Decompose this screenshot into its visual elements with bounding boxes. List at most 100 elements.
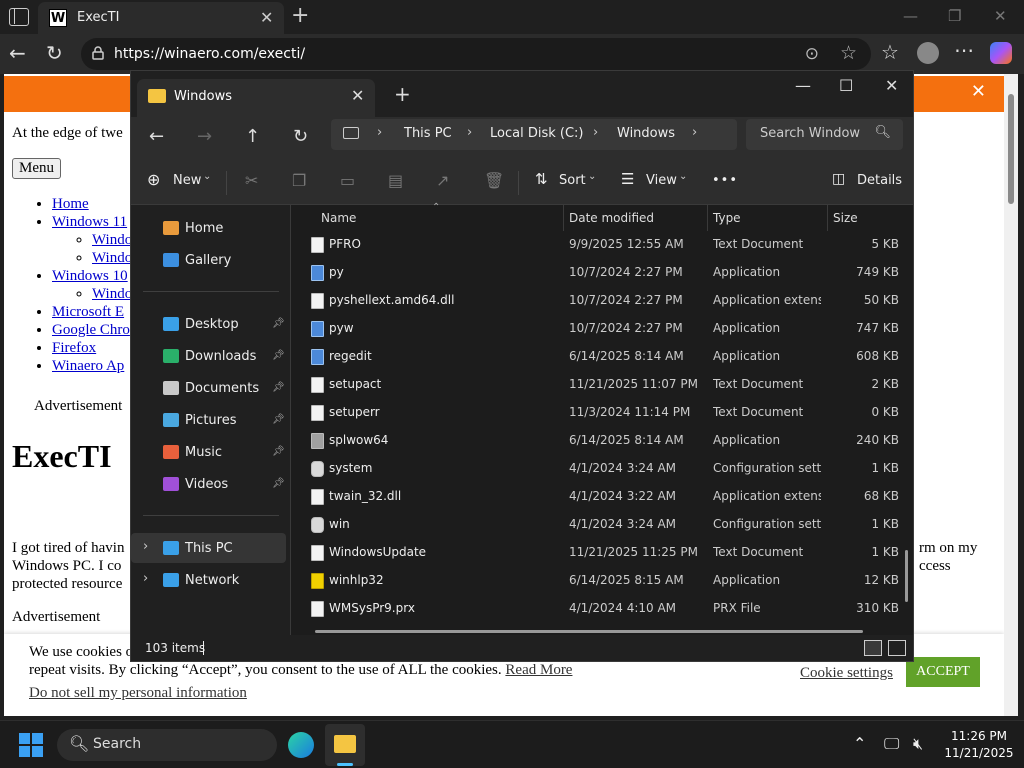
more-icon[interactable]: ⋯ — [954, 38, 974, 62]
column-header-date[interactable]: Date modified — [569, 211, 654, 225]
file-row[interactable]: splwow64 6/14/2025 8:14 AM Application 240 … — [291, 427, 903, 455]
file-explorer-taskbar-button[interactable] — [325, 724, 365, 766]
cookie-settings-link[interactable]: Cookie settings — [800, 665, 893, 682]
breadcrumb-windows[interactable]: Windows — [617, 126, 675, 141]
file-row[interactable]: pyshellext.amd64.dll 10/7/2024 2:27 PM App… — [291, 287, 903, 315]
file-row[interactable]: PFRO 9/9/2025 12:55 AM Text Document 5 KB — [291, 231, 903, 259]
new-button[interactable]: New — [173, 173, 201, 188]
pin-icon[interactable]: 📌︎ — [272, 446, 285, 457]
pin-icon[interactable]: 📌︎ — [272, 478, 285, 489]
sidebar-item-home[interactable]: Home — [131, 213, 286, 243]
delete-icon[interactable]: 🗑︎ — [484, 171, 504, 190]
menu-button[interactable]: Menu — [12, 158, 61, 179]
refresh-icon[interactable]: ↻ — [293, 126, 308, 147]
nav-link-windows10[interactable]: Windows 10 — [52, 268, 128, 284]
chevron-right-icon[interactable]: › — [143, 539, 148, 554]
sidebar-item-network[interactable]: › Network — [131, 565, 286, 595]
pin-icon[interactable]: 📌︎ — [272, 382, 285, 393]
nav-link-home[interactable]: Home — [52, 196, 89, 212]
tab-close-icon[interactable]: ✕ — [351, 86, 364, 105]
sidebar-item-desktop[interactable]: Desktop 📌︎ — [131, 309, 286, 339]
column-header-type[interactable]: Type — [713, 211, 741, 225]
refresh-icon[interactable]: ↻ — [46, 41, 63, 65]
sidebar-item-pictures[interactable]: Pictures 📌︎ — [131, 405, 286, 435]
more-options-button[interactable]: ••• — [712, 173, 738, 188]
page-scroll-thumb[interactable] — [1008, 94, 1014, 204]
file-row[interactable]: twain_32.dll 4/1/2024 3:22 AM Application … — [291, 483, 903, 511]
sidebar-item-this-pc[interactable]: › This PC — [131, 533, 286, 563]
close-window-icon[interactable]: ✕ — [994, 7, 1007, 25]
favorite-star-icon[interactable]: ☆ — [840, 42, 857, 64]
chevron-right-icon[interactable]: › — [467, 125, 472, 140]
browser-tab[interactable]: W ExecTI ✕ — [38, 2, 284, 34]
lock-icon[interactable] — [91, 46, 105, 60]
chevron-right-icon[interactable]: › — [593, 125, 598, 140]
search-input[interactable]: Search Windows 🔍︎ — [746, 119, 903, 150]
column-divider[interactable] — [827, 205, 828, 231]
speaker-muted-icon[interactable]: 🔇︎ — [913, 734, 923, 754]
file-row[interactable]: py 10/7/2024 2:27 PM Application 749 KB — [291, 259, 903, 287]
explorer-address-bar[interactable]: › This PC › Local Disk (C:) › Windows › — [331, 119, 737, 150]
maximize-icon[interactable]: ☐ — [839, 76, 853, 95]
close-window-icon[interactable]: ✕ — [885, 76, 898, 95]
banner-close-icon[interactable]: ✕ — [971, 81, 986, 102]
file-row[interactable]: WindowsUpdate 11/21/2025 11:25 PM Text Doc… — [291, 539, 903, 567]
profile-avatar-icon[interactable] — [917, 42, 939, 64]
details-view-button[interactable] — [864, 640, 882, 656]
file-row[interactable]: pyw 10/7/2024 2:27 PM Application 747 KB — [291, 315, 903, 343]
nav-link-microsoft-edge[interactable]: Microsoft E — [52, 304, 124, 320]
details-button[interactable]: Details — [857, 173, 902, 188]
sort-button[interactable]: Sort — [559, 173, 586, 188]
taskbar-search[interactable]: 🔍︎ Search — [57, 729, 277, 761]
file-row[interactable]: win 4/1/2024 3:24 AM Configuration setting… — [291, 511, 903, 539]
minimize-icon[interactable]: — — [903, 7, 918, 25]
new-tab-button[interactable]: + — [394, 82, 411, 106]
display-icon[interactable]: 🖵︎ — [884, 734, 899, 754]
tab-actions-icon[interactable] — [9, 8, 29, 26]
pin-icon[interactable]: 📌︎ — [272, 350, 285, 361]
nav-sub-link[interactable]: Windo — [92, 232, 132, 248]
chevron-right-icon[interactable]: › — [377, 125, 382, 140]
copilot-icon[interactable] — [990, 42, 1012, 64]
view-button[interactable]: View — [646, 173, 677, 188]
restore-icon[interactable]: ❐ — [948, 7, 961, 25]
forward-icon[interactable]: → — [197, 126, 212, 147]
page-scrollbar[interactable] — [1004, 74, 1018, 716]
favorites-icon[interactable]: ☆ — [881, 40, 899, 64]
file-row[interactable]: setupact 11/21/2025 11:07 PM Text Document… — [291, 371, 903, 399]
nav-link-windows11[interactable]: Windows 11 — [52, 214, 127, 230]
back-icon[interactable]: ← — [9, 41, 26, 65]
sidebar-item-videos[interactable]: Videos 📌︎ — [131, 469, 286, 499]
file-row[interactable]: system 4/1/2024 3:24 AM Configuration sett… — [291, 455, 903, 483]
read-aloud-icon[interactable]: ⊙ — [805, 44, 819, 64]
share-icon[interactable]: ↗ — [436, 171, 449, 190]
explorer-tab[interactable]: Windows ✕ — [137, 79, 375, 117]
sidebar-item-music[interactable]: Music 📌︎ — [131, 437, 286, 467]
nav-link-winaero-apps[interactable]: Winaero Ap — [52, 358, 124, 374]
clock-time[interactable]: 11:26 PM — [944, 729, 1014, 743]
nav-link-firefox[interactable]: Firefox — [52, 340, 96, 356]
file-row[interactable]: regedit 6/14/2025 8:14 AM Application 608 K… — [291, 343, 903, 371]
chevron-right-icon[interactable]: › — [692, 125, 697, 140]
sidebar-item-gallery[interactable]: Gallery — [131, 245, 286, 275]
breadcrumb-local-disk[interactable]: Local Disk (C:) — [490, 126, 583, 141]
rename-icon[interactable]: ▤ — [388, 171, 403, 190]
cut-icon[interactable]: ✂ — [245, 171, 258, 190]
breadcrumb-this-pc[interactable]: This PC — [404, 126, 452, 141]
file-row[interactable]: winhlp32 6/14/2025 8:15 AM Application 12 K… — [291, 567, 903, 595]
chevron-right-icon[interactable]: › — [143, 571, 148, 586]
edge-browser-icon[interactable] — [288, 732, 314, 758]
nav-sub-link[interactable]: Windo — [92, 250, 132, 266]
large-icons-view-button[interactable] — [888, 640, 906, 656]
tab-close-icon[interactable]: ✕ — [260, 8, 273, 27]
up-icon[interactable]: ↑ — [245, 126, 260, 147]
paste-icon[interactable]: ▭ — [340, 171, 355, 190]
read-more-link[interactable]: Read More — [505, 662, 572, 678]
clock-date[interactable]: 11/21/2025 — [944, 746, 1014, 760]
sidebar-item-documents[interactable]: Documents 📌︎ — [131, 373, 286, 403]
sidebar-item-downloads[interactable]: Downloads 📌︎ — [131, 341, 286, 371]
column-header-name[interactable]: Name — [321, 211, 356, 225]
new-tab-button[interactable]: + — [291, 3, 309, 28]
nav-link-google-chrome[interactable]: Google Chro — [52, 322, 130, 338]
column-divider[interactable] — [707, 205, 708, 231]
